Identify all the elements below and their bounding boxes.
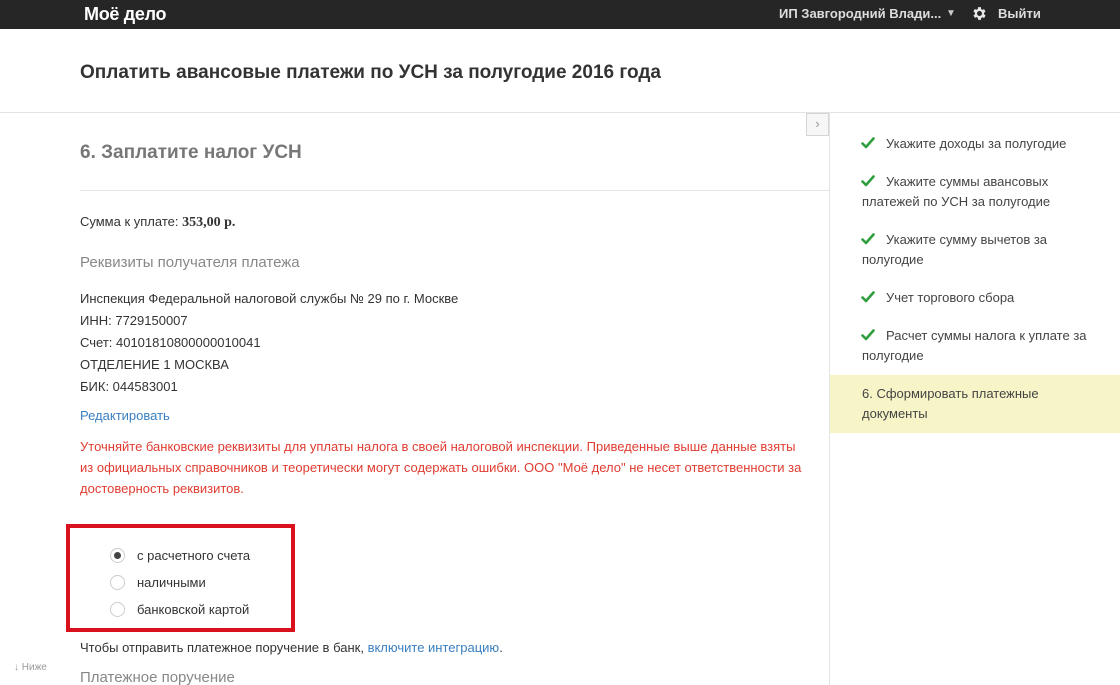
step-label: Расчет суммы налога к уплате за полугоди… xyxy=(862,328,1087,363)
step-label: Укажите доходы за полугодие xyxy=(886,136,1067,151)
warning-text: Уточняйте банковские реквизиты для уплат… xyxy=(80,439,802,496)
checkmark-icon xyxy=(861,175,875,187)
collapse-sidebar-button[interactable]: › xyxy=(806,113,829,136)
radio-label: с расчетного счета xyxy=(137,547,251,563)
requisite-inn: ИНН: 7729150007 xyxy=(80,313,188,328)
radio-cash[interactable]: наличными xyxy=(110,572,206,592)
step-item[interactable]: Укажите сумму вычетов за полугодие xyxy=(830,221,1120,279)
app-logo[interactable]: Моё дело xyxy=(84,4,167,25)
radio-button[interactable] xyxy=(110,574,125,590)
step-item[interactable]: Расчет суммы налога к уплате за полугоди… xyxy=(830,317,1120,375)
chevron-down-icon[interactable]: ▼ xyxy=(946,8,956,19)
send-to-bank-text: Чтобы отправить платежное поручение в ба… xyxy=(80,640,503,655)
radio-button[interactable] xyxy=(110,547,125,563)
step-item[interactable]: Учет торгового сбора xyxy=(830,279,1120,317)
edit-requisites-link[interactable]: Редактировать xyxy=(80,408,170,423)
payment-order-title: Платежное поручение xyxy=(80,669,235,685)
chevron-right-icon: › xyxy=(815,116,820,131)
send-text: Чтобы отправить платежное поручение в ба… xyxy=(80,640,364,655)
radio-label: банковской картой xyxy=(137,601,250,617)
requisites-title: Реквизиты получателя платежа xyxy=(80,254,300,271)
sum-value: 353,00 р. xyxy=(182,215,236,230)
radio-bank-card[interactable]: банковской картой xyxy=(110,599,249,619)
requisite-inspection: Инспекция Федеральной налоговой службы №… xyxy=(80,291,459,306)
radio-button[interactable] xyxy=(110,601,125,617)
divider xyxy=(80,190,829,191)
sum-to-pay: Сумма к уплате: 353,00 р. xyxy=(80,214,235,231)
radio-from-account[interactable]: с расчетного счета xyxy=(110,545,250,565)
step-label: Укажите сумму вычетов за полугодие xyxy=(862,232,1048,267)
requisites-block: Инспекция Федеральной налоговой службы №… xyxy=(80,288,458,398)
gear-icon[interactable] xyxy=(971,5,988,22)
requisite-account: Счет: 40101810800000010041 xyxy=(80,335,261,350)
step-item[interactable]: Укажите доходы за полугодие xyxy=(830,125,1120,163)
send-suffix: . xyxy=(499,640,503,655)
user-menu[interactable]: ИП Завгородний Влади... xyxy=(779,6,941,21)
logout-link[interactable]: Выйти xyxy=(998,6,1041,21)
requisite-bik: БИК: 044583001 xyxy=(80,379,178,394)
step-label: 6. Сформировать платежные документы xyxy=(862,386,1039,421)
step-item[interactable]: Укажите суммы авансовых платежей по УСН … xyxy=(830,163,1120,221)
checkmark-icon xyxy=(861,329,875,341)
divider xyxy=(0,112,1120,113)
top-bar: Моё дело ИП Завгородний Влади... ▼ Выйти xyxy=(0,0,1120,29)
enable-integration-link[interactable]: включите интеграцию xyxy=(368,640,500,655)
step-item[interactable]: 6. Сформировать платежные документы xyxy=(830,375,1120,433)
checkmark-icon xyxy=(861,137,875,149)
checkmark-icon xyxy=(861,291,875,303)
step-label: Укажите суммы авансовых платежей по УСН … xyxy=(862,174,1051,209)
checkmark-icon xyxy=(861,233,875,245)
page-title: Оплатить авансовые платежи по УСН за пол… xyxy=(80,62,662,83)
requisite-bank: ОТДЕЛЕНИЕ 1 МОСКВА xyxy=(80,357,229,372)
section-title: 6. Заплатите налог УСН xyxy=(80,142,302,163)
steps-list: Укажите доходы за полугодие Укажите суммы… xyxy=(830,125,1120,433)
radio-label: наличными xyxy=(137,574,206,590)
step-label: Учет торгового сбора xyxy=(886,290,1015,305)
scroll-down-hint[interactable]: ↓ Ниже xyxy=(14,662,47,673)
sum-label: Сумма к уплате: xyxy=(80,214,179,229)
